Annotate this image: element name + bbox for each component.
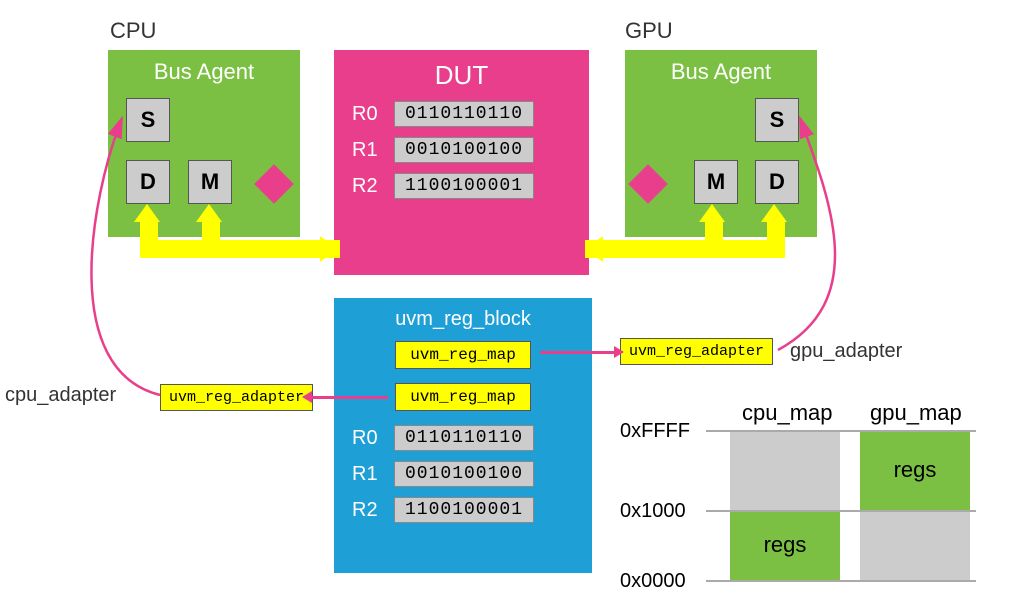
mm-addr-top: 0xFFFF bbox=[620, 420, 690, 443]
mm-col1-hdr: cpu_map bbox=[742, 400, 833, 426]
mm-gpu-regs: regs bbox=[860, 430, 970, 510]
mm-cpu-regs: regs bbox=[730, 510, 840, 580]
mm-addr-bot: 0x0000 bbox=[620, 570, 686, 593]
memory-map: cpu_map gpu_map regs regs 0xFFFF 0x1000 … bbox=[620, 400, 1000, 600]
mm-addr-mid: 0x1000 bbox=[620, 500, 686, 523]
mm-col2-hdr: gpu_map bbox=[870, 400, 962, 426]
